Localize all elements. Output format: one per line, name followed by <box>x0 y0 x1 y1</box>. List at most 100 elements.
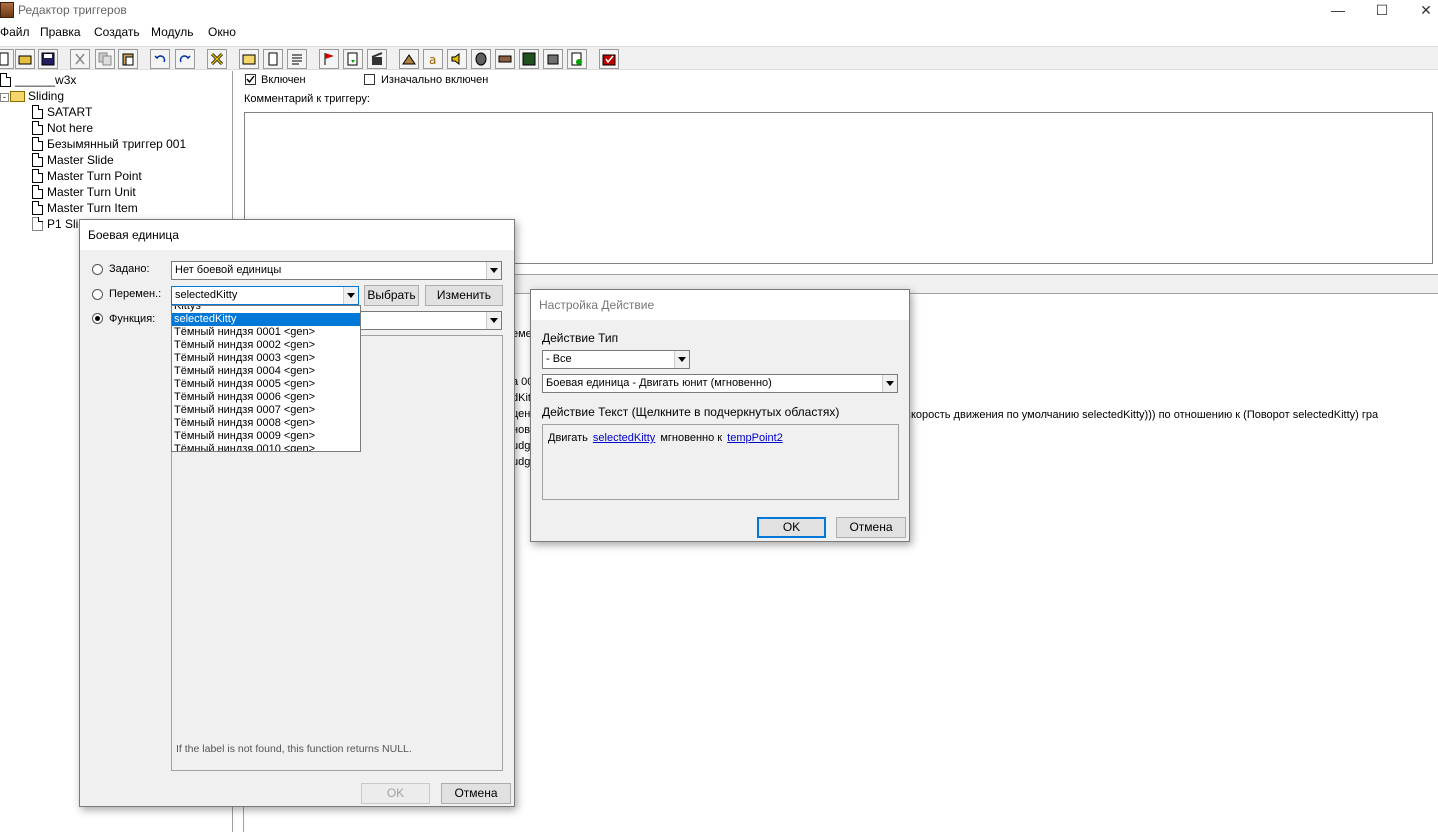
cancel-button[interactable]: Отмена <box>441 783 511 804</box>
change-button[interactable]: Изменить <box>425 285 503 306</box>
trigger-icon <box>32 217 43 231</box>
initially-on-checkbox[interactable] <box>364 74 375 85</box>
dropdown-item[interactable]: Тёмный ниндзя 0006 <gen> <box>172 391 360 404</box>
redo-icon[interactable] <box>175 49 195 69</box>
new-icon[interactable] <box>0 49 14 69</box>
action-dialog: Настройка Действие Действие Тип - Все Бо… <box>530 289 910 542</box>
trigger-icon <box>32 201 43 215</box>
action-category-select[interactable]: - Все <box>542 350 690 369</box>
tree-item-label: Безымянный триггер 001 <box>47 137 187 151</box>
object-icon[interactable]: a <box>423 49 443 69</box>
trigger-icon <box>32 105 43 119</box>
maximize-button[interactable]: ☐ <box>1360 0 1404 22</box>
chevron-down-icon <box>674 351 689 368</box>
tree-item-label: Master Turn Point <box>47 169 142 183</box>
param-point-link[interactable]: tempPoint2 <box>727 432 783 444</box>
tree-item[interactable]: Master Turn Unit <box>32 185 136 201</box>
import-manager-icon[interactable] <box>543 49 563 69</box>
menu-window[interactable]: Окно <box>208 25 236 39</box>
copy-icon[interactable] <box>95 49 115 69</box>
ok-button[interactable]: OK <box>361 783 430 804</box>
dropdown-item[interactable]: Тёмный ниндзя 0001 <gen> <box>172 326 360 339</box>
dropdown-item-selected[interactable]: selectedKitty <box>172 313 360 326</box>
variable-radio[interactable] <box>92 289 103 300</box>
variable-dropdown-list[interactable]: Kittys selectedKitty Тёмный ниндзя 0001 … <box>171 305 361 452</box>
save-icon[interactable] <box>38 49 58 69</box>
tree-map-root[interactable]: ______w3x <box>0 73 76 89</box>
tree-item[interactable]: SATART <box>32 105 92 121</box>
new-category-icon[interactable] <box>239 49 259 69</box>
preset-label: Задано: <box>109 263 150 275</box>
toolbar: a <box>0 46 1438 70</box>
tree-item-label: Not here <box>47 121 94 135</box>
chevron-down-icon <box>486 262 501 279</box>
test-icon[interactable] <box>367 49 387 69</box>
action-text-label: Действие Текст (Щелкните в подчеркнутых … <box>542 405 840 419</box>
tree-item[interactable]: Master Slide <box>32 153 114 169</box>
dropdown-item[interactable]: Тёмный ниндзя 0007 <gen> <box>172 404 360 417</box>
sound-icon[interactable] <box>447 49 467 69</box>
preset-select[interactable]: Нет боевой единицы <box>171 261 502 280</box>
preset-radio[interactable] <box>92 264 103 275</box>
close-button[interactable]: ✕ <box>1404 0 1438 22</box>
param-unit-link[interactable]: selectedKitty <box>593 432 655 444</box>
test-map-icon[interactable] <box>599 49 619 69</box>
dropdown-item[interactable]: Тёмный ниндзя 0002 <gen> <box>172 339 360 352</box>
open-icon[interactable] <box>15 49 35 69</box>
action-select[interactable]: Боевая единица - Двигать юнит (мгновенно… <box>542 374 898 393</box>
cut-icon[interactable] <box>70 49 90 69</box>
trigger-icon <box>32 137 43 151</box>
action-text: Двигать selectedKitty мгновенно к tempPo… <box>548 432 783 444</box>
action-value: Боевая единица - Двигать юнит (мгновенно… <box>546 377 772 389</box>
dropdown-item[interactable]: Тёмный ниндзя 0005 <gen> <box>172 378 360 391</box>
folder-icon <box>10 91 25 102</box>
collapse-icon[interactable]: - <box>0 93 9 102</box>
flag-icon[interactable] <box>319 49 339 69</box>
trigger-icon <box>32 169 43 183</box>
variable-select[interactable]: selectedKitty <box>171 286 359 305</box>
new-comment-icon[interactable] <box>287 49 307 69</box>
minimize-button[interactable]: — <box>1316 0 1360 22</box>
tree-item-label: SATART <box>47 105 93 119</box>
dropdown-item[interactable]: Тёмный ниндзя 0010 <gen> <box>172 443 360 451</box>
cancel-button[interactable]: Отмена <box>836 517 906 538</box>
enabled-checkbox[interactable] <box>245 74 256 85</box>
trigger-icon <box>32 185 43 199</box>
campaign-icon[interactable] <box>495 49 515 69</box>
tree-item[interactable]: Master Turn Point <box>32 169 142 185</box>
action-category-value: - Все <box>546 353 572 365</box>
dropdown-item[interactable]: Тёмный ниндзя 0008 <gen> <box>172 417 360 430</box>
tree-item[interactable]: Безымянный триггер 001 <box>32 137 186 153</box>
select-button[interactable]: Выбрать <box>364 285 419 306</box>
function-radio[interactable] <box>92 313 103 324</box>
new-trigger-icon[interactable] <box>263 49 283 69</box>
map-icon <box>0 73 11 87</box>
menu-module[interactable]: Модуль <box>151 25 194 39</box>
tree-map-label: ______w3x <box>15 73 77 87</box>
dropdown-item[interactable]: Kittys <box>172 306 360 313</box>
import-icon[interactable] <box>343 49 363 69</box>
bg-action-line: Скорость движения по умолчанию selectedK… <box>903 409 1379 421</box>
menu-file[interactable]: Файл <box>0 25 30 39</box>
menu-create[interactable]: Создать <box>94 25 140 39</box>
object-manager-icon[interactable] <box>567 49 587 69</box>
tree-item[interactable]: Master Turn Item <box>32 201 138 217</box>
dropdown-item[interactable]: Тёмный ниндзя 0004 <gen> <box>172 365 360 378</box>
preset-value: Нет боевой единицы <box>175 264 282 276</box>
unit-dialog-title: Боевая единица <box>80 220 514 250</box>
dropdown-item[interactable]: Тёмный ниндзя 0003 <gen> <box>172 352 360 365</box>
terrain-icon[interactable] <box>399 49 419 69</box>
paste-icon[interactable] <box>118 49 138 69</box>
initially-on-label: Изначально включен <box>381 74 489 86</box>
ai-icon[interactable] <box>471 49 491 69</box>
function-label: Функция: <box>109 313 156 325</box>
tree-item[interactable]: Not here <box>32 121 93 137</box>
undo-icon[interactable] <box>150 49 170 69</box>
trigger-editor-icon[interactable] <box>519 49 539 69</box>
dropdown-item[interactable]: Тёмный ниндзя 0009 <gen> <box>172 430 360 443</box>
ok-button[interactable]: OK <box>757 517 826 538</box>
tree-folder-sliding[interactable]: - Sliding <box>0 89 64 105</box>
tree-item[interactable]: P1 Slid <box>32 217 85 233</box>
delete-icon[interactable] <box>207 49 227 69</box>
menu-edit[interactable]: Правка <box>40 25 81 39</box>
